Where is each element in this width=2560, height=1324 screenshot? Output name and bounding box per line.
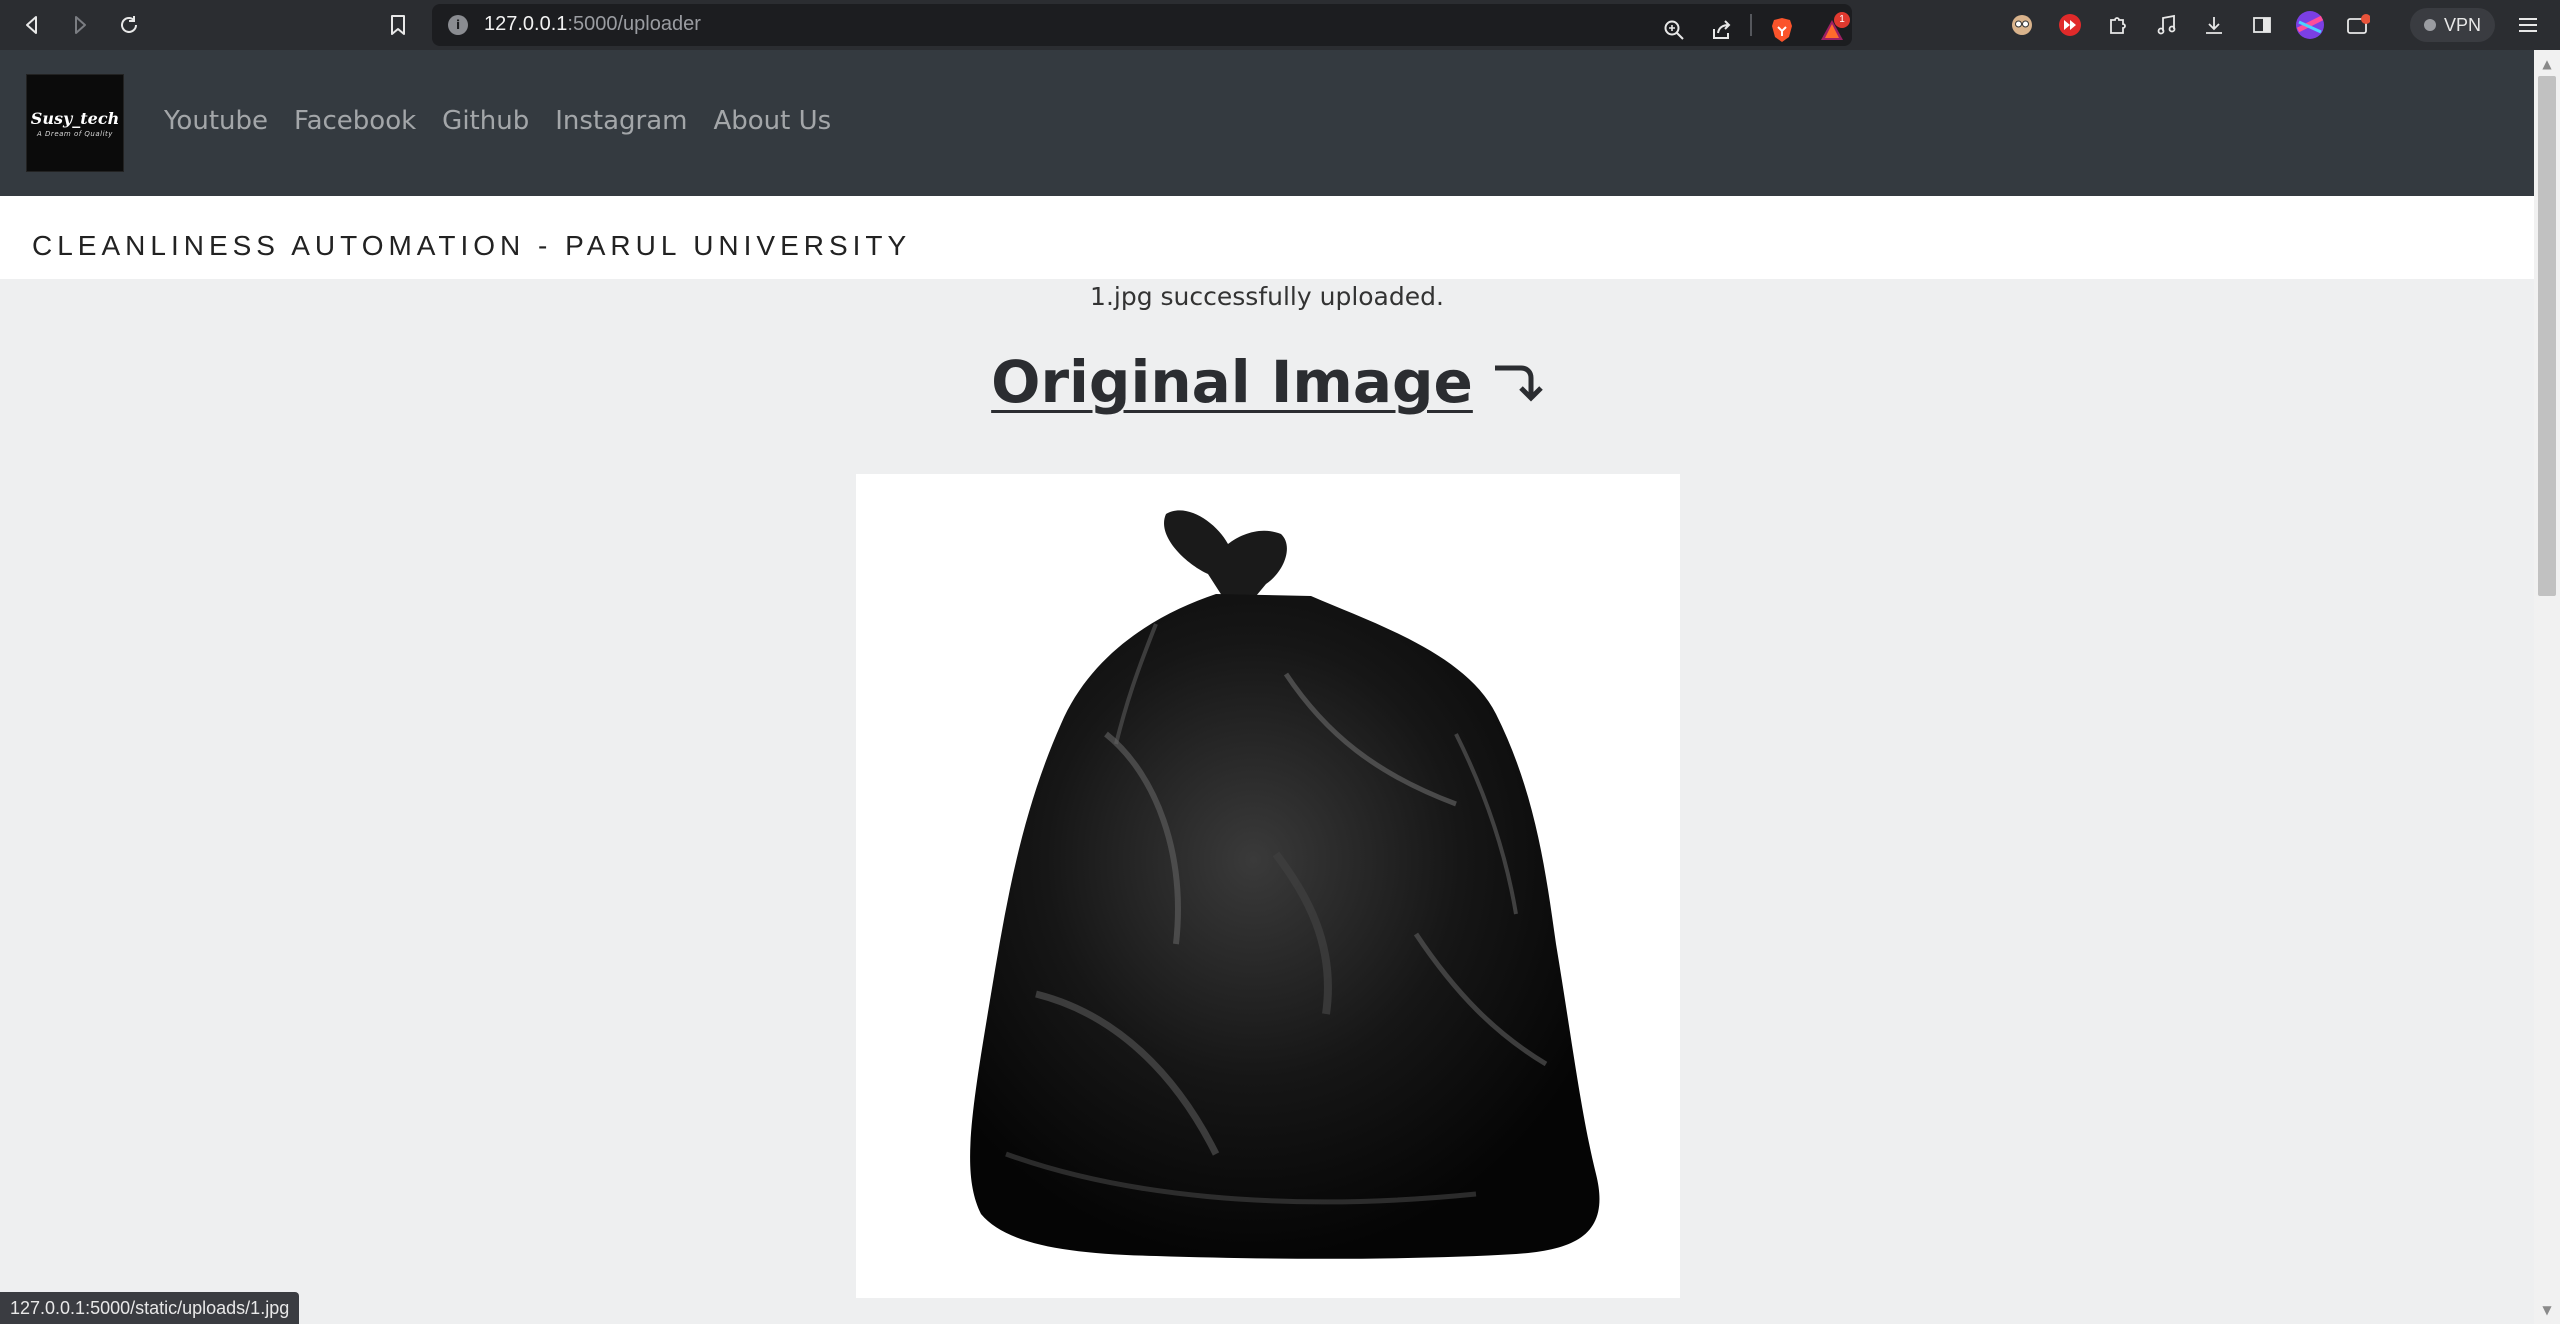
nav-link-instagram[interactable]: Instagram [555,106,687,136]
download-icon [2206,17,2222,34]
zoom-button[interactable] [1654,10,1694,50]
page-scrollbar[interactable]: ▲ ▼ [2534,50,2560,1324]
fast-forward-icon [2059,14,2081,36]
vpn-status-icon [2424,19,2436,31]
profile-avatar-icon [2296,11,2324,39]
hamburger-menu-icon [2519,18,2537,32]
extensions-bar [2002,5,2378,45]
site-info-icon[interactable]: i [448,15,468,35]
nav-link-github[interactable]: Github [442,106,529,136]
address-bar[interactable]: i 127.0.0.1:5000/uploader 1 [432,4,1852,46]
bookmark-button[interactable] [378,5,418,45]
section-heading: Original Image [0,348,2534,420]
sidebar-panel-icon [2253,17,2271,33]
page-title: CLEANLINESS AUTOMATION - PARUL UNIVERSIT… [32,230,912,261]
browser-toolbar: i 127.0.0.1:5000/uploader 1 VPN [0,0,2560,50]
logo-main-text: Susy_tech [30,108,120,128]
forward-arrow-icon [75,16,86,34]
rewards-badge: 1 [1834,12,1850,28]
nav-link-facebook[interactable]: Facebook [294,106,416,136]
profile-button[interactable] [2290,5,2330,45]
zoom-icon [1664,20,1684,40]
brave-rewards-button[interactable]: 1 [1812,10,1852,50]
scroll-up-arrow-icon[interactable]: ▲ [2534,54,2560,74]
scroll-down-arrow-icon[interactable]: ▼ [2534,1300,2560,1320]
puzzle-icon [2110,17,2126,34]
title-band: CLEANLINESS AUTOMATION - PARUL UNIVERSIT… [0,196,2534,279]
nav-link-youtube[interactable]: Youtube [164,106,268,136]
back-button[interactable] [12,5,52,45]
extension-2-button[interactable] [2050,5,2090,45]
extension-face-icon [2012,15,2032,35]
extensions-button[interactable] [2098,5,2138,45]
wallet-button[interactable] [2338,5,2378,45]
link-status-bar: 127.0.0.1:5000/static/uploads/1.jpg [0,1292,300,1324]
bookmark-icon [391,15,405,35]
forward-button[interactable] [60,5,100,45]
brave-shields-button[interactable] [1762,10,1802,50]
logo-tagline: A Dream of Quality [37,129,113,138]
garbage-bag-image [856,474,1680,1298]
share-button[interactable] [1702,10,1742,50]
upload-success-message: 1.jpg successfully uploaded. [1090,282,1444,311]
browser-menu-button[interactable] [2508,5,2548,45]
nav-link-about-us[interactable]: About Us [713,106,831,136]
page-viewport: Susy_tech A Dream of Quality Youtube Fac… [0,50,2534,1324]
nav-links: Youtube Facebook Github Instagram About … [164,106,857,136]
vpn-button[interactable]: VPN [2410,8,2496,42]
site-navbar: Susy_tech A Dream of Quality Youtube Fac… [0,50,2534,196]
site-logo[interactable]: Susy_tech A Dream of Quality [26,74,124,172]
section-heading-text: Original Image [991,348,1473,416]
url-text[interactable]: 127.0.0.1:5000/uploader [484,13,701,36]
extension-1-button[interactable] [2002,5,2042,45]
url-path: :5000/uploader [567,13,701,35]
vpn-label: VPN [2444,14,2482,35]
back-arrow-icon [26,16,37,34]
brave-lion-icon [1772,18,1792,42]
reload-button[interactable] [109,5,149,45]
reload-icon [121,16,137,33]
media-button[interactable] [2146,5,2186,45]
share-icon [1713,20,1731,39]
downloads-button[interactable] [2194,5,2234,45]
url-host: 127.0.0.1 [484,13,568,35]
scrollbar-thumb[interactable] [2538,76,2556,596]
wallet-icon [2347,14,2370,34]
curved-arrow-down-icon [1491,352,1543,420]
toolbar-divider [1750,14,1752,36]
music-note-icon [2157,14,2176,35]
uploaded-image [856,474,1680,1298]
sidebar-button[interactable] [2242,5,2282,45]
